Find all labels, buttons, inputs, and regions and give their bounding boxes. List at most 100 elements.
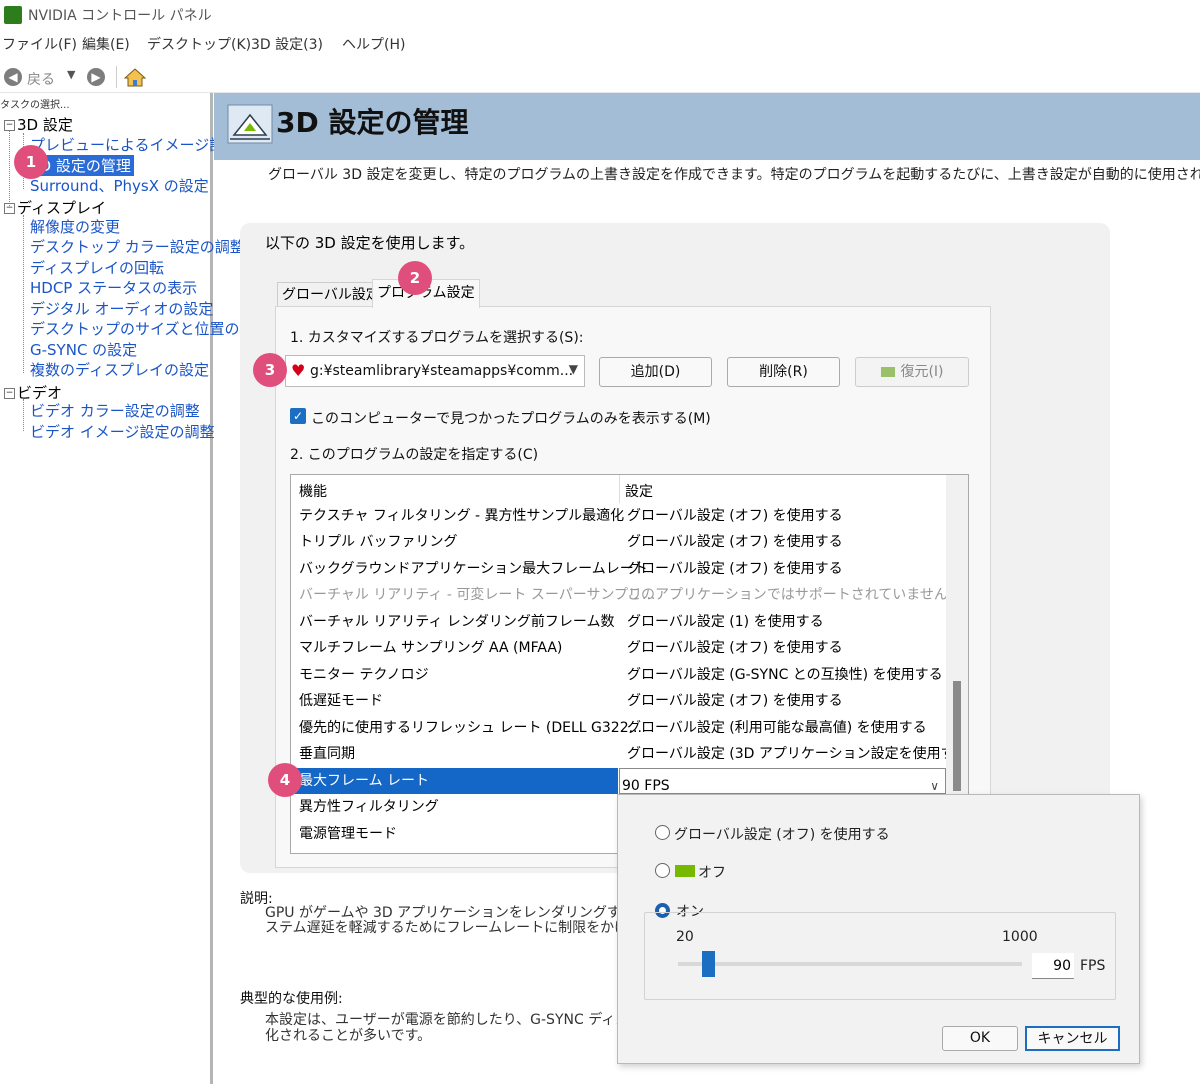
home-icon[interactable]: [124, 67, 146, 87]
restore-button[interactable]: 復元(I): [855, 357, 969, 387]
tree-connector: [23, 215, 24, 373]
menu-desktop[interactable]: デスクトップ(K): [147, 34, 251, 54]
column-divider[interactable]: [619, 475, 620, 503]
description-line: GPU がゲームや 3D アプリケーションをレンダリングする最大フ: [265, 905, 677, 921]
tree-item-rotate-display[interactable]: ディスプレイの回転: [30, 257, 164, 278]
table-row[interactable]: バックグラウンドアプリケーション最大フレームレート グローバル設定 (オフ) を使…: [291, 556, 946, 582]
row-feature: 最大フレーム レート: [291, 768, 618, 794]
tree-item-change-resolution[interactable]: 解像度の変更: [30, 216, 120, 237]
tree-item-video-image[interactable]: ビデオ イメージ設定の調整: [30, 421, 214, 442]
fps-input[interactable]: 90: [1032, 953, 1074, 979]
only-found-programs-checkbox[interactable]: ✓: [290, 408, 306, 424]
remove-button[interactable]: 削除(R): [727, 357, 840, 387]
table-row[interactable]: モニター テクノロジ グローバル設定 (G-SYNC との互換性) を使用する: [291, 662, 946, 688]
row-feature: 低遅延モード: [299, 693, 383, 709]
chevron-down-icon: ▼: [568, 362, 578, 376]
tree-item-digital-audio[interactable]: デジタル オーディオの設定: [30, 298, 213, 319]
menu-3d-settings[interactable]: 3D 設定(3): [251, 34, 323, 54]
radio-use-global[interactable]: [655, 825, 670, 840]
table-row-selected[interactable]: 最大フレーム レート 90 FPS ∨: [291, 768, 946, 794]
tree-item-hdcp-status[interactable]: HDCP ステータスの表示: [30, 277, 197, 298]
nvidia-logo-icon: [4, 6, 22, 24]
back-arrow-icon[interactable]: ◀: [4, 68, 22, 86]
slider-min-label: 20: [676, 929, 694, 945]
task-navigation-panel: タスクの選択... −3D 設定 プレビューによるイメージ設定( 3D 設定の管…: [0, 93, 255, 1084]
max-frame-rate-dropdown[interactable]: 90 FPS ∨: [619, 768, 946, 794]
program-select[interactable]: ♥ g:¥steamlibrary¥steamapps¥comm... ▼: [285, 355, 585, 387]
menu-bar: ファイル(F) 編集(E) デスクトップ(K) 3D 設定(3) ヘルプ(H): [0, 34, 1200, 58]
collapse-icon[interactable]: −: [4, 388, 15, 399]
radio-off-label[interactable]: オフ: [698, 862, 726, 882]
row-feature: 垂直同期: [299, 746, 355, 762]
add-button[interactable]: 追加(D): [599, 357, 712, 387]
usage-text: 本設定は、ユーザーが電源を節約したり、G-SYNC ディスプ 化されることが多い…: [265, 1012, 643, 1044]
toolbar-divider: [116, 66, 117, 88]
collapse-icon[interactable]: −: [4, 203, 15, 214]
column-header-setting[interactable]: 設定: [625, 481, 653, 501]
tree-group-label: ディスプレイ: [17, 199, 106, 217]
tab-global-settings[interactable]: グローバル設定: [277, 282, 385, 307]
row-setting: グローバル設定 (1) を使用する: [627, 614, 824, 630]
title-bar: NVIDIA コントロール パネル: [0, 0, 1200, 30]
table-row[interactable]: バーチャル リアリティ レンダリング前フレーム数 グローバル設定 (1) を使用す…: [291, 609, 946, 635]
table-row[interactable]: 優先的に使用するリフレッシュ レート (DELL G322... グローバル設定 …: [291, 715, 946, 741]
task-select-label: タスクの選択...: [0, 100, 70, 111]
row-feature: モニター テクノロジ: [299, 667, 429, 683]
row-feature: バーチャル リアリティ - 可変レート スーパーサンプリ...: [299, 587, 656, 603]
tree-item-desktop-color[interactable]: デスクトップ カラー設定の調整: [30, 236, 245, 257]
tree-group-display[interactable]: − ディスプレイ: [4, 197, 106, 218]
nvidia-shield-icon: [881, 367, 896, 377]
nvidia-shield-icon: [675, 865, 695, 877]
table-row[interactable]: 低遅延モード グローバル設定 (オフ) を使用する: [291, 688, 946, 714]
back-history-chevron-icon[interactable]: ▼: [67, 68, 75, 81]
collapse-icon[interactable]: −: [4, 120, 15, 131]
tree-group-3d-settings[interactable]: −3D 設定: [4, 114, 73, 135]
row-setting: グローバル設定 (利用可能な最高値) を使用する: [627, 720, 927, 736]
radio-off[interactable]: [655, 863, 670, 878]
description-text: GPU がゲームや 3D アプリケーションをレンダリングする最大フ ステム遅延を…: [265, 906, 677, 936]
table-row[interactable]: 垂直同期 グローバル設定 (3D アプリケーション設定を使用す...: [291, 741, 968, 767]
frame-rate-slider-thumb[interactable]: [702, 951, 715, 977]
table-row: バーチャル リアリティ - 可変レート スーパーサンプリ... このアプリケーショ…: [291, 582, 948, 608]
ok-button[interactable]: OK: [942, 1026, 1018, 1051]
use-settings-label: 以下の 3D 設定を使用します。: [265, 234, 475, 252]
tree-item-video-color[interactable]: ビデオ カラー設定の調整: [30, 400, 200, 421]
row-feature: マルチフレーム サンプリング AA (MFAA): [299, 640, 563, 656]
tree-connector: [9, 130, 10, 206]
usage-line: 本設定は、ユーザーが電源を節約したり、G-SYNC ディスプ: [265, 1012, 644, 1028]
row-feature: テクスチャ フィルタリング - 異方性サンプル最適化: [299, 508, 625, 524]
column-header-feature[interactable]: 機能: [299, 481, 327, 501]
row-setting: グローバル設定 (G-SYNC との互換性) を使用する: [627, 667, 943, 683]
table-row[interactable]: マルチフレーム サンプリング AA (MFAA) グローバル設定 (オフ) を使用…: [291, 635, 946, 661]
radio-use-global-label[interactable]: グローバル設定 (オフ) を使用する: [674, 824, 890, 844]
menu-edit[interactable]: 編集(E): [82, 34, 130, 54]
table-row[interactable]: テクスチャ フィルタリング - 異方性サンプル最適化 グローバル設定 (オフ) を…: [291, 503, 946, 529]
tree-item-surround-physx[interactable]: Surround、PhysX の設定: [30, 175, 209, 196]
back-button-label[interactable]: 戻る: [27, 69, 55, 89]
table-row[interactable]: トリプル バッファリング グローバル設定 (オフ) を使用する: [291, 529, 946, 555]
cancel-button[interactable]: キャンセル: [1025, 1026, 1120, 1051]
frame-rate-slider[interactable]: [678, 962, 1022, 966]
tree-item-multiple-displays[interactable]: 複数のディスプレイの設定: [30, 359, 209, 380]
row-feature: 優先的に使用するリフレッシュ レート (DELL G322...: [299, 720, 642, 736]
program-select-value: g:¥steamlibrary¥steamapps¥comm...: [310, 363, 574, 379]
step-marker-2: 2: [398, 261, 432, 295]
tree-item-desktop-size-position[interactable]: デスクトップのサイズと位置の調: [30, 318, 255, 339]
row-setting: このアプリケーションではサポートされていません: [627, 587, 948, 603]
step2-label: 2. このプログラムの設定を指定する(C): [290, 447, 539, 463]
row-feature: トリプル バッファリング: [299, 534, 458, 550]
menu-help[interactable]: ヘルプ(H): [342, 34, 405, 54]
tree-item-preview-image-settings[interactable]: プレビューによるイメージ設定(: [30, 134, 245, 155]
3d-settings-icon: [227, 104, 273, 144]
step-marker-4: 4: [268, 763, 302, 797]
row-setting: グローバル設定 (オフ) を使用する: [627, 508, 843, 524]
forward-arrow-icon[interactable]: ▶: [87, 68, 105, 86]
row-setting: グローバル設定 (オフ) を使用する: [627, 534, 843, 550]
page-description: グローバル 3D 設定を変更し、特定のプログラムの上書き設定を作成できます。特定…: [268, 167, 1200, 183]
scrollbar-thumb[interactable]: [953, 681, 961, 791]
tree-item-gsync-settings[interactable]: G-SYNC の設定: [30, 339, 137, 360]
description-line: ステム遅延を軽減するためにフレームレートに制限をかける: [265, 920, 643, 936]
only-found-programs-label[interactable]: このコンピューターで見つかったプログラムのみを表示する(M): [311, 408, 711, 428]
fps-unit-label: FPS: [1080, 958, 1106, 974]
menu-file[interactable]: ファイル(F): [2, 34, 77, 54]
